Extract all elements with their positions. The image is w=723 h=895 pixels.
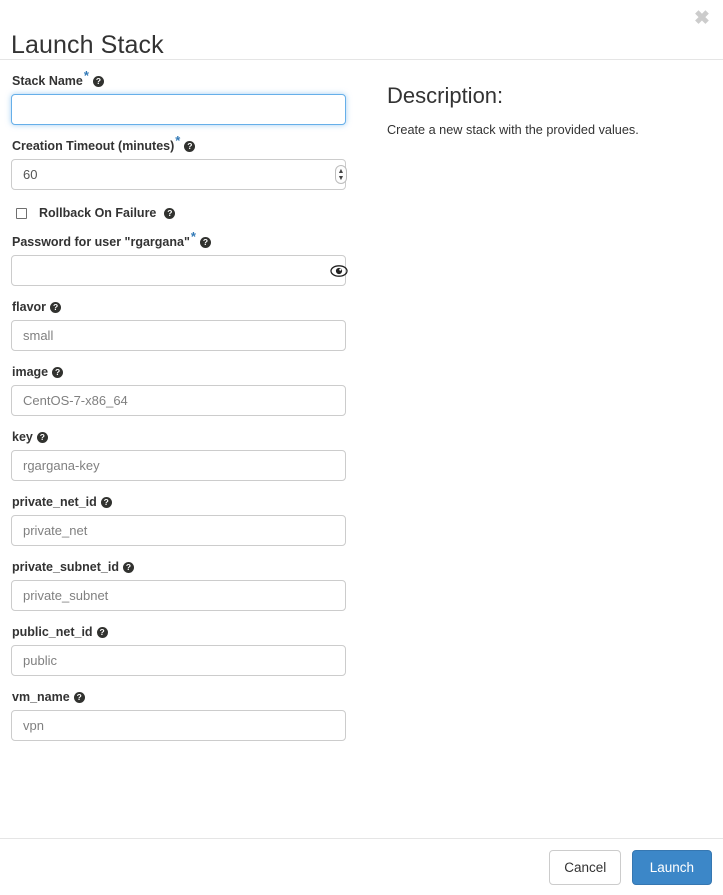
description-heading: Description: (387, 83, 504, 108)
field-flavor: flavor? (11, 300, 357, 351)
input-wrap-flavor (11, 320, 357, 351)
label-rollback-on-failure: Rollback On Failure? (39, 206, 176, 221)
label-vm-name-text: vm_name (12, 690, 70, 704)
modal-body: Stack Name*? Creation Timeout (minutes)*… (0, 60, 723, 837)
field-private-subnet-id: private_subnet_id? (11, 560, 357, 611)
label-flavor-text: flavor (12, 300, 47, 314)
help-icon[interactable]: ? (184, 141, 196, 152)
stepper-down-icon[interactable]: ▼ (338, 175, 345, 182)
flavor-input[interactable] (11, 320, 346, 351)
input-wrap-public-net-id (11, 645, 357, 676)
stepper-up-icon[interactable]: ▲ (338, 168, 345, 175)
label-image-text: image (12, 365, 49, 379)
label-password-text: Password for user "rgargana" (12, 235, 190, 249)
eye-icon[interactable] (330, 263, 348, 279)
label-key: key? (12, 430, 357, 445)
help-icon[interactable]: ? (122, 562, 134, 573)
help-icon[interactable]: ? (73, 692, 85, 703)
required-marker: * (190, 228, 196, 244)
creation-timeout-input[interactable] (11, 159, 346, 190)
help-icon[interactable]: ? (96, 627, 108, 638)
help-icon[interactable]: ? (36, 432, 48, 443)
input-wrap-private-net-id (11, 515, 357, 546)
label-key-text: key (12, 430, 33, 444)
field-rollback-on-failure[interactable]: Rollback On Failure? (11, 204, 357, 221)
label-public-net-id-text: public_net_id (12, 625, 93, 639)
label-private-subnet-id: private_subnet_id? (12, 560, 357, 575)
field-password: Password for user "rgargana"*? (11, 230, 357, 286)
eye-icon-svg (330, 265, 348, 277)
private-net-id-input[interactable] (11, 515, 346, 546)
description-text: Create a new stack with the provided val… (387, 123, 639, 137)
input-wrap-key (11, 450, 357, 481)
modal-footer: Cancel Launch (0, 838, 723, 895)
close-icon[interactable]: ✖ (691, 8, 713, 30)
input-wrap-stack-name (11, 94, 357, 125)
field-public-net-id: public_net_id? (11, 625, 357, 676)
label-public-net-id: public_net_id? (12, 625, 357, 640)
field-key: key? (11, 430, 357, 481)
modal-header: Launch Stack ✖ (0, 0, 723, 60)
cancel-button[interactable]: Cancel (549, 850, 622, 886)
input-wrap-vm-name (11, 710, 357, 741)
page-title: Launch Stack (11, 30, 164, 59)
form-columns: Stack Name*? Creation Timeout (minutes)*… (11, 69, 712, 755)
field-private-net-id: private_net_id? (11, 495, 357, 546)
label-vm-name: vm_name? (12, 690, 357, 705)
label-password: Password for user "rgargana"*? (12, 230, 357, 250)
form-column: Stack Name*? Creation Timeout (minutes)*… (11, 69, 357, 755)
image-input[interactable] (11, 385, 346, 416)
key-input[interactable] (11, 450, 346, 481)
label-private-net-id: private_net_id? (12, 495, 357, 510)
public-net-id-input[interactable] (11, 645, 346, 676)
help-icon[interactable]: ? (50, 302, 62, 313)
help-icon[interactable]: ? (199, 237, 211, 248)
input-wrap-image (11, 385, 357, 416)
input-wrap-private-subnet-id (11, 580, 357, 611)
help-icon[interactable]: ? (100, 497, 112, 508)
launch-button[interactable]: Launch (631, 850, 712, 886)
required-marker: * (175, 132, 181, 148)
label-creation-timeout: Creation Timeout (minutes)*? (12, 134, 357, 154)
field-image: image? (11, 365, 357, 416)
description-panel: Description: Create a new stack with the… (357, 74, 712, 139)
label-stack-name: Stack Name*? (12, 69, 357, 89)
field-vm-name: vm_name? (11, 690, 357, 741)
field-creation-timeout: Creation Timeout (minutes)*? ▲ ▼ (11, 134, 357, 190)
label-private-net-id-text: private_net_id (12, 495, 97, 509)
help-icon[interactable]: ? (52, 367, 64, 378)
number-stepper[interactable]: ▲ ▼ (335, 165, 347, 184)
label-creation-timeout-text: Creation Timeout (minutes) (12, 139, 175, 153)
label-flavor: flavor? (12, 300, 357, 315)
label-rollback-on-failure-text: Rollback On Failure (39, 206, 157, 220)
private-subnet-id-input[interactable] (11, 580, 346, 611)
help-icon[interactable]: ? (92, 76, 104, 87)
label-image: image? (12, 365, 357, 380)
rollback-on-failure-checkbox[interactable] (16, 208, 27, 219)
label-private-subnet-id-text: private_subnet_id (12, 560, 119, 574)
field-stack-name: Stack Name*? (11, 69, 357, 125)
required-marker: * (83, 67, 89, 83)
label-stack-name-text: Stack Name (12, 74, 83, 88)
stack-name-input[interactable] (11, 94, 346, 125)
input-wrap-password (11, 255, 357, 286)
password-input[interactable] (11, 255, 346, 286)
vm-name-input[interactable] (11, 710, 346, 741)
input-wrap-creation-timeout: ▲ ▼ (11, 159, 357, 190)
help-icon[interactable]: ? (164, 208, 176, 219)
